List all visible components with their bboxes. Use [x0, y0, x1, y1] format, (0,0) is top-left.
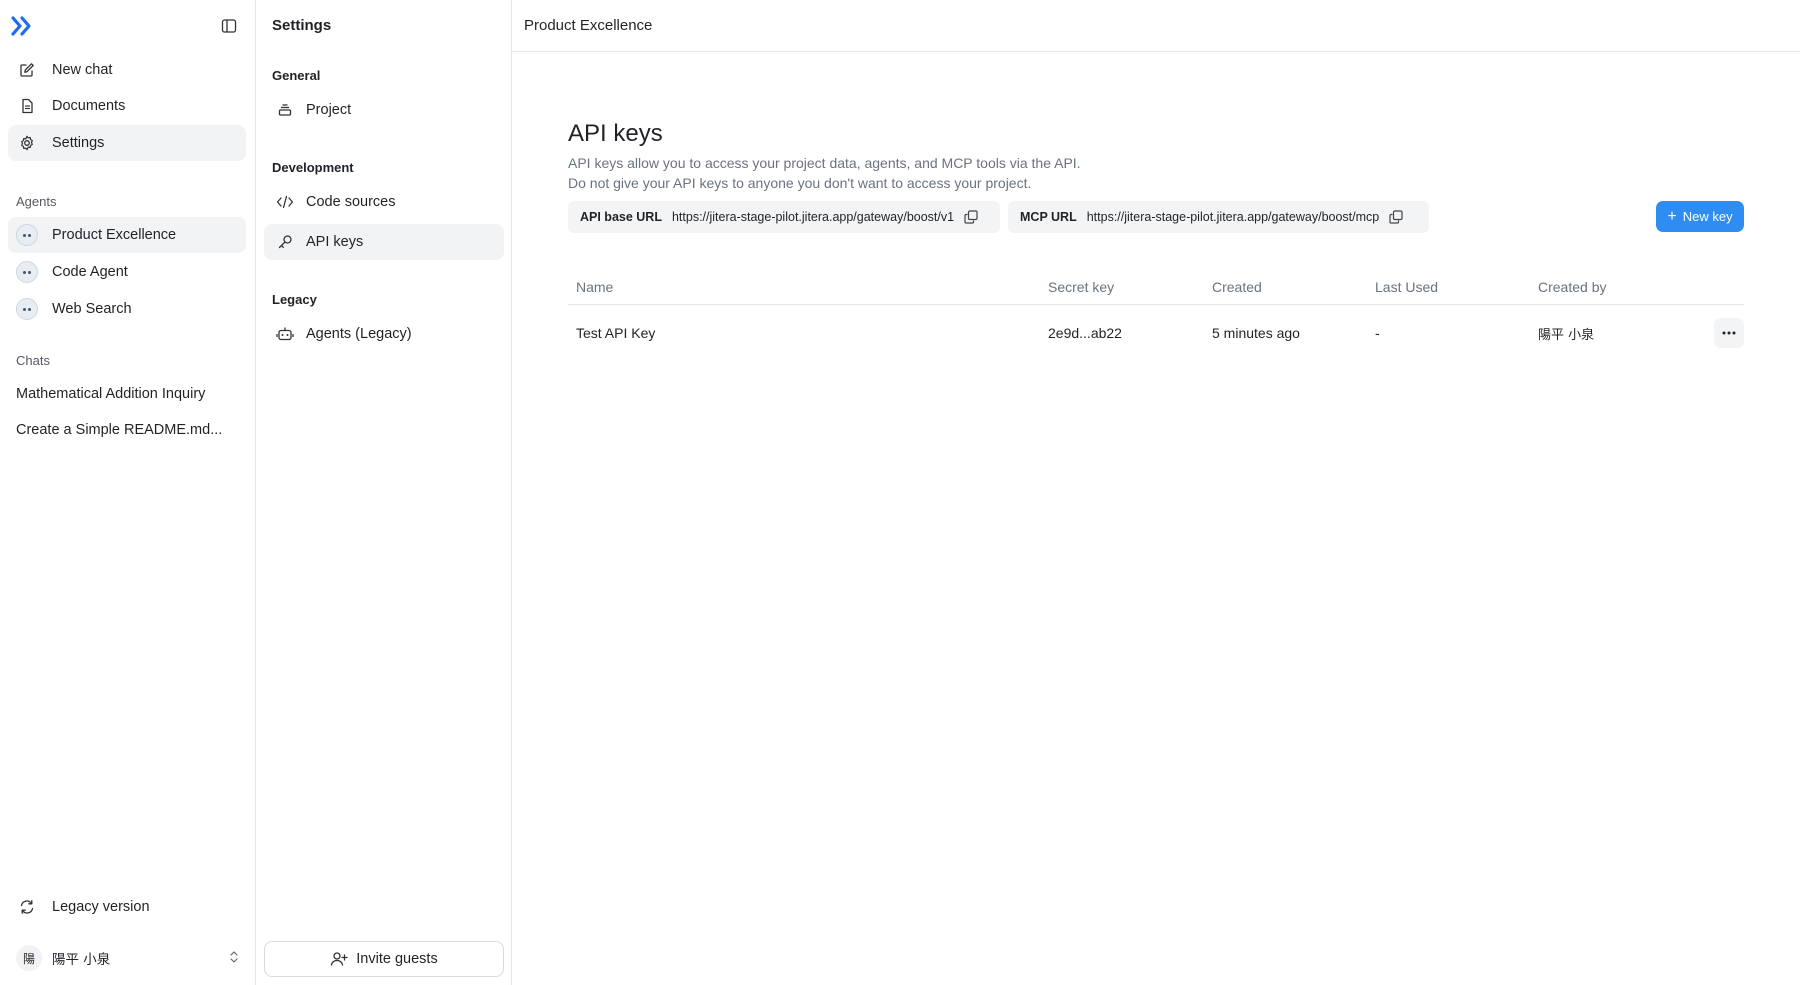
- mcp-url-chip: MCP URL https://jitera-stage-pilot.jiter…: [1008, 201, 1429, 233]
- new-key-label: New key: [1682, 209, 1733, 224]
- nav-label: Documents: [52, 98, 126, 114]
- top-bar: Product Excellence: [512, 0, 1800, 52]
- column-header-name: Name: [576, 279, 614, 295]
- nav-settings[interactable]: Settings: [8, 125, 246, 161]
- column-header-last-used: Last Used: [1375, 279, 1439, 295]
- cell-name: Test API Key: [576, 325, 656, 341]
- settings-item-label: Agents (Legacy): [306, 326, 412, 342]
- nav-documents[interactable]: Documents: [8, 88, 246, 124]
- nav-label: Settings: [52, 135, 105, 151]
- agent-avatar-icon: [16, 298, 38, 320]
- plus-icon: +: [1667, 207, 1677, 225]
- main-content: Product Excellence API keys API keys all…: [512, 0, 1800, 985]
- robot-icon: [276, 325, 294, 343]
- cell-last-used: -: [1375, 325, 1380, 341]
- settings-item-label: Project: [306, 102, 352, 118]
- settings-item-label: Code sources: [306, 194, 396, 210]
- settings-item-project[interactable]: Project: [264, 92, 504, 128]
- page-description: API keys allow you to access your projec…: [568, 153, 1081, 193]
- description-line: API keys allow you to access your projec…: [568, 155, 1081, 171]
- sidebar: New chat Documents Settings Agents Produ…: [0, 0, 256, 985]
- refresh-icon: [18, 898, 36, 916]
- chevron-up-down-icon: [228, 950, 240, 967]
- nav-new-chat[interactable]: New chat: [8, 52, 246, 88]
- settings-panel: Settings General Project Development Cod…: [256, 0, 512, 985]
- app-logo-icon[interactable]: [11, 15, 35, 37]
- legacy-version-label: Legacy version: [52, 899, 150, 915]
- settings-item-code-sources[interactable]: Code sources: [264, 184, 504, 220]
- api-keys-table: Name Secret key Created Last Used Create…: [568, 270, 1744, 361]
- gear-icon: [18, 134, 36, 152]
- settings-item-agents-legacy[interactable]: Agents (Legacy): [264, 316, 504, 352]
- agent-label: Code Agent: [52, 264, 128, 280]
- edit-icon: [18, 61, 36, 79]
- breadcrumb: Product Excellence: [524, 17, 653, 34]
- invite-guests-label: Invite guests: [356, 951, 438, 967]
- more-options-button[interactable]: [1714, 318, 1744, 348]
- mcp-url-value: https://jitera-stage-pilot.jitera.app/ga…: [1086, 210, 1380, 224]
- settings-section-legacy: Legacy: [272, 292, 317, 307]
- chat-item[interactable]: Mathematical Addition Inquiry: [16, 386, 238, 402]
- agent-code-agent[interactable]: Code Agent: [8, 254, 246, 290]
- table-row: Test API Key 2e9d...ab22 5 minutes ago -…: [568, 305, 1744, 361]
- agents-section-label: Agents: [16, 194, 57, 209]
- document-icon: [18, 97, 36, 115]
- agent-label: Web Search: [52, 301, 132, 317]
- agent-avatar-icon: [16, 224, 38, 246]
- page-title: API keys: [568, 120, 663, 147]
- agent-label: Product Excellence: [52, 227, 177, 243]
- cell-created-by: 陽平 小泉: [1538, 327, 1595, 343]
- settings-item-label: API keys: [306, 234, 364, 250]
- settings-section-development: Development: [272, 160, 354, 175]
- layers-icon: [276, 101, 294, 119]
- api-base-url-value: https://jitera-stage-pilot.jitera.app/ga…: [671, 210, 955, 224]
- agent-avatar-icon: [16, 261, 38, 283]
- column-header-secret-key: Secret key: [1048, 279, 1115, 295]
- cell-actions: [1700, 318, 1744, 348]
- api-base-url-chip: API base URL https://jitera-stage-pilot.…: [568, 201, 1000, 233]
- code-icon: [276, 193, 294, 211]
- user-plus-icon: [330, 951, 348, 967]
- column-header-created-by: Created by: [1538, 279, 1607, 295]
- chats-section-label: Chats: [16, 353, 50, 368]
- cell-secret-key: 2e9d...ab22: [1048, 325, 1122, 341]
- legacy-version-link[interactable]: Legacy version: [8, 889, 246, 925]
- invite-guests-button[interactable]: Invite guests: [264, 941, 504, 977]
- agent-product-excellence[interactable]: Product Excellence: [8, 217, 246, 253]
- settings-title: Settings: [272, 17, 332, 34]
- new-key-button[interactable]: + New key: [1656, 201, 1744, 232]
- cell-created: 5 minutes ago: [1212, 325, 1300, 341]
- avatar: 陽: [16, 945, 42, 971]
- api-base-url-label: API base URL: [580, 210, 662, 224]
- nav-label: New chat: [52, 62, 113, 78]
- column-header-created: Created: [1212, 279, 1262, 295]
- description-line: Do not give your API keys to anyone you …: [568, 175, 1032, 191]
- user-name: 陽平 小泉: [52, 952, 111, 968]
- settings-section-general: General: [272, 68, 321, 83]
- copy-icon[interactable]: [964, 210, 978, 224]
- chat-item[interactable]: Create a Simple README.md...: [16, 422, 238, 438]
- settings-item-api-keys[interactable]: API keys: [264, 224, 504, 260]
- more-horizontal-icon: [1722, 331, 1736, 335]
- mcp-url-label: MCP URL: [1020, 210, 1077, 224]
- table-header: Name Secret key Created Last Used Create…: [568, 270, 1744, 305]
- agent-web-search[interactable]: Web Search: [8, 291, 246, 327]
- sidebar-toggle-icon[interactable]: [218, 15, 240, 37]
- user-menu[interactable]: 陽 陽平 小泉: [16, 944, 240, 972]
- key-icon: [276, 233, 294, 251]
- copy-icon[interactable]: [1389, 210, 1403, 224]
